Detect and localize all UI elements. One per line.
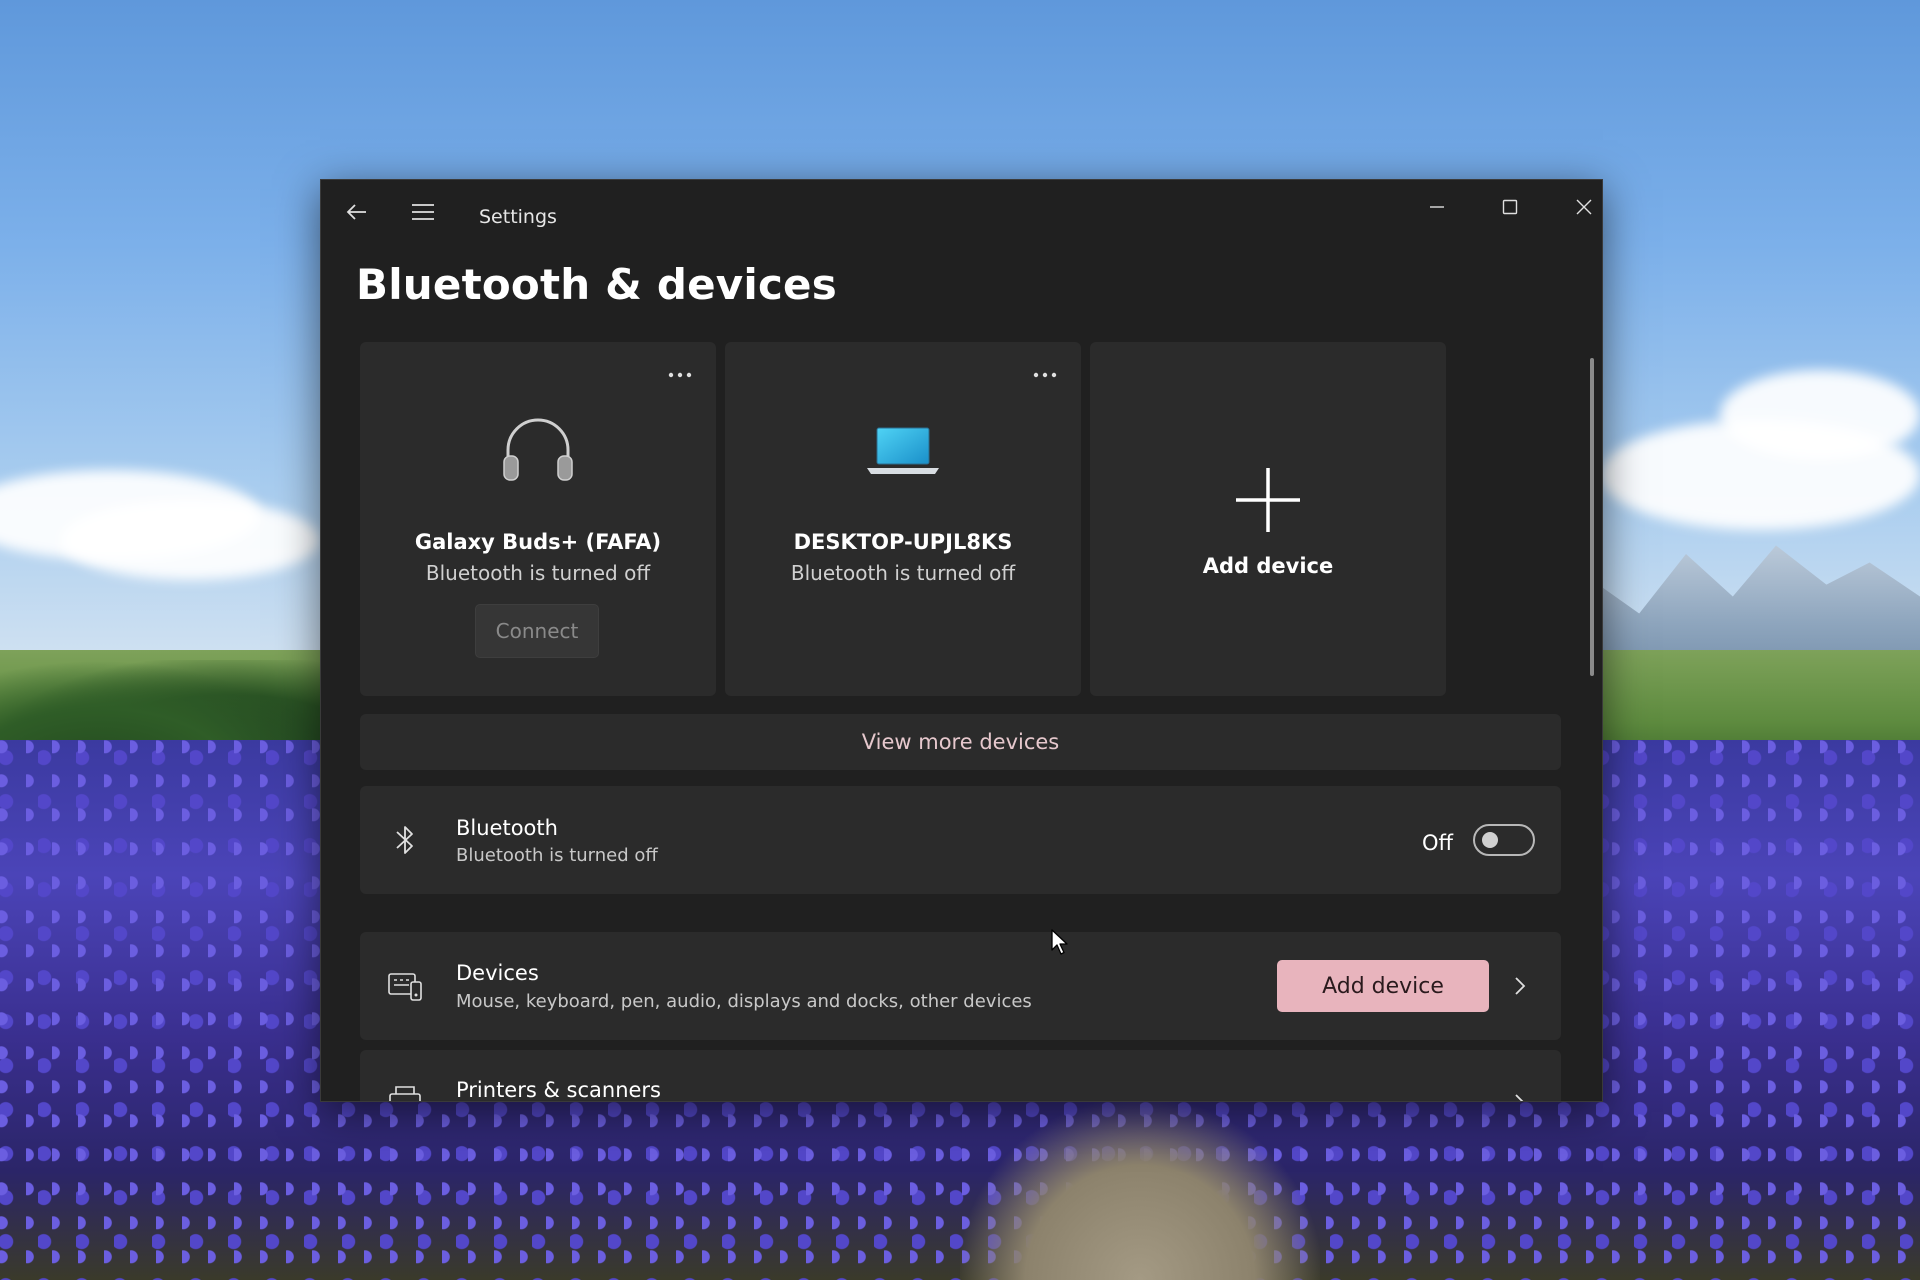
add-device-button[interactable]: Add device [1277,960,1489,1012]
device-card-galaxy-buds[interactable]: Galaxy Buds+ (FAFA) Bluetooth is turned … [360,342,716,696]
bluetooth-row: Bluetooth Bluetooth is turned off Off [360,786,1561,894]
maximize-button[interactable] [1484,192,1536,222]
wallpaper-cloud [1720,370,1920,460]
connect-button[interactable]: Connect [475,604,599,658]
vertical-scrollbar[interactable] [1590,358,1594,676]
bluetooth-toggle[interactable] [1473,824,1535,856]
printers-title: Printers & scanners [456,1078,661,1102]
mouse-cursor-icon [1051,929,1068,955]
devices-subtitle: Mouse, keyboard, pen, audio, displays an… [456,991,1032,1012]
device-status: Bluetooth is turned off [790,561,1016,585]
back-button[interactable] [343,198,371,226]
wallpaper-dirt-path [960,1100,1320,1280]
printer-icon [389,1086,421,1101]
chevron-right-icon [1515,1094,1524,1101]
printer-icon-wrap [386,1080,424,1101]
view-more-devices-button[interactable]: View more devices [360,714,1561,770]
more-options-button[interactable] [1029,364,1061,386]
close-button[interactable] [1558,192,1602,222]
devices-icon [388,973,422,1001]
bluetooth-icon-wrap [386,821,424,859]
page-title: Bluetooth & devices [356,260,837,309]
bluetooth-toggle-label: Off [1422,831,1453,855]
headphones-icon [503,418,573,481]
app-title: Settings [479,206,557,228]
add-device-card[interactable]: Add device [1090,342,1446,696]
wallpaper-cloud [60,500,320,580]
laptop-icon [867,427,939,474]
more-dots-icon [668,372,692,378]
bluetooth-icon [396,826,413,854]
more-options-button[interactable] [664,364,696,386]
navigation-menu-button[interactable] [409,198,437,226]
add-device-label: Add device [1202,554,1334,578]
hamburger-menu-icon [412,204,434,220]
toggle-knob [1482,832,1498,848]
settings-window: Settings Bluetooth & devices Galaxy Buds… [320,179,1603,1102]
minimize-button[interactable] [1411,192,1463,222]
chevron-right-icon [1515,977,1526,995]
devices-chevron[interactable] [1509,975,1531,997]
back-arrow-icon [346,204,366,220]
plus-icon [1236,468,1300,532]
devices-icon-wrap [386,967,424,1005]
close-icon [1576,199,1592,215]
devices-title: Devices [456,961,539,985]
more-dots-icon [1033,372,1057,378]
device-name: DESKTOP-UPJL8KS [793,530,1013,554]
device-name: Galaxy Buds+ (FAFA) [414,530,662,554]
bluetooth-title: Bluetooth [456,816,558,840]
title-bar: Settings [321,180,1602,240]
device-card-desktop[interactable]: DESKTOP-UPJL8KS Bluetooth is turned off [725,342,1081,696]
devices-row[interactable]: Devices Mouse, keyboard, pen, audio, dis… [360,932,1561,1040]
device-status: Bluetooth is turned off [425,561,651,585]
printers-row[interactable]: Printers & scanners [360,1050,1561,1102]
printers-chevron[interactable] [1509,1092,1531,1101]
maximize-icon [1502,199,1518,215]
minimize-icon [1430,206,1444,208]
bluetooth-subtitle: Bluetooth is turned off [456,845,658,866]
